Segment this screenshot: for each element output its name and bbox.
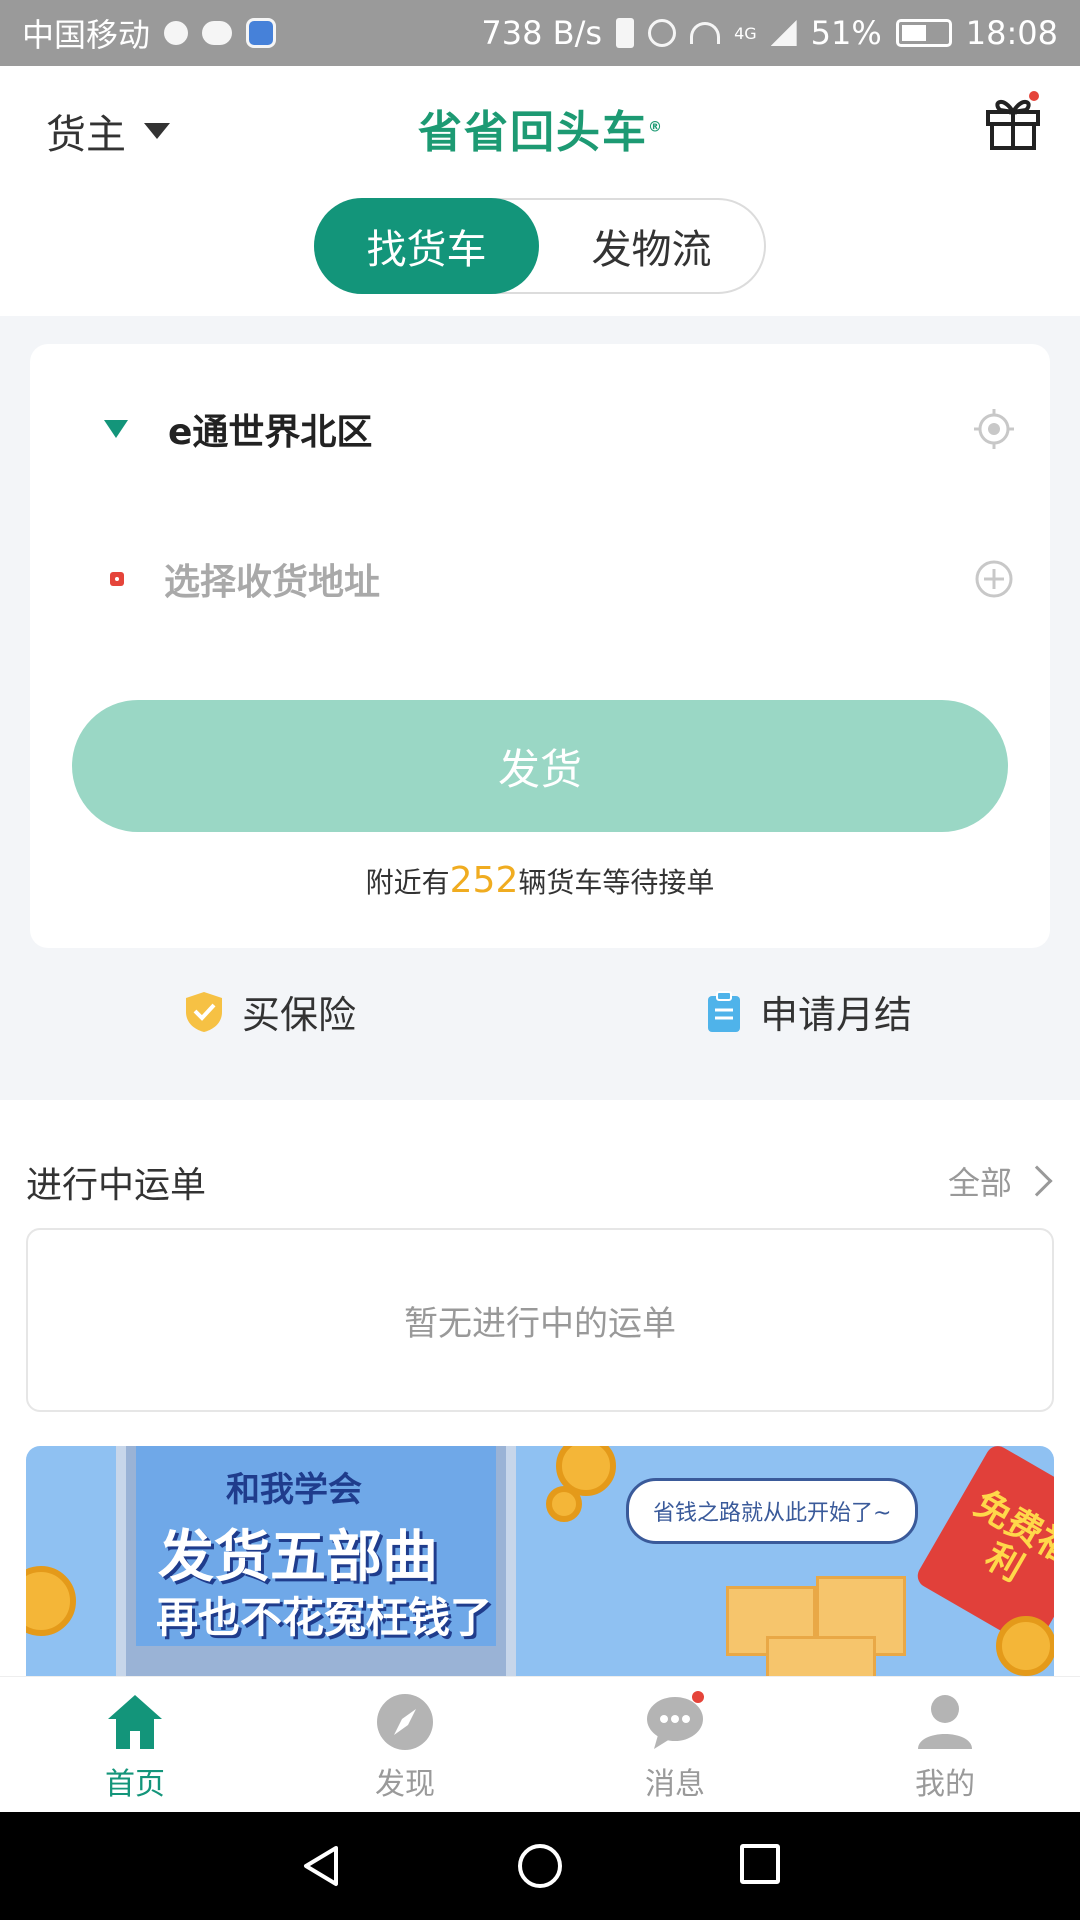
app-header: 货主 省省回头车® xyxy=(0,66,1080,186)
monthly-label: 申请月结 xyxy=(760,993,913,1037)
shipment-card: e通世界北区 选择收货地址 发货 附近有252辆货车等待接单 xyxy=(30,344,1050,948)
send-goods-button[interactable]: 发货 xyxy=(72,700,1008,832)
quick-actions: 买保险 申请月结 xyxy=(0,966,1080,1056)
monthly-settlement-button[interactable]: 申请月结 xyxy=(706,984,912,1039)
shield-icon xyxy=(246,18,277,48)
locate-icon[interactable] xyxy=(974,409,1014,449)
banner-speech-bubble: 省钱之路就从此开始了~ xyxy=(626,1478,919,1544)
network-speed: 738 B/s xyxy=(481,14,603,52)
add-address-icon[interactable] xyxy=(974,559,1014,599)
home-icon xyxy=(108,1695,162,1749)
nav-discover-label: 发现 xyxy=(375,1767,435,1802)
bottom-navigation: 首页 发现 消息 我的 xyxy=(0,1676,1080,1812)
carrier-text: 中国移动 xyxy=(22,16,151,54)
mode-toggle: 找货车 发物流 xyxy=(314,198,766,294)
orders-empty-state: 暂无进行中的运单 xyxy=(26,1228,1054,1412)
coin-icon xyxy=(546,1486,582,1522)
shield-check-icon xyxy=(186,991,222,1032)
tab-find-truck[interactable]: 找货车 xyxy=(314,198,539,294)
destination-marker-icon xyxy=(110,572,124,586)
system-navigation-bar xyxy=(0,1812,1080,1920)
user-icon xyxy=(918,1695,972,1749)
empty-orders-text: 暂无进行中的运单 xyxy=(404,1303,676,1344)
role-label: 货主 xyxy=(46,112,126,158)
gift-icon[interactable] xyxy=(984,90,1042,150)
nearby-count: 252 xyxy=(449,860,519,901)
chat-icon xyxy=(644,1691,706,1753)
vibrate-icon xyxy=(616,18,635,48)
home-button-icon[interactable] xyxy=(518,1844,562,1888)
caret-down-icon xyxy=(144,123,170,139)
mode-toggle-area: 找货车 发物流 xyxy=(0,186,1080,316)
coin-icon xyxy=(26,1566,76,1636)
chevron-right-icon xyxy=(1021,1165,1053,1197)
orders-section: 进行中运单 全部 暂无进行中的运单 和我学会 发货五部曲 再也不花冤枉钱了 省钱… xyxy=(0,1100,1080,1680)
insurance-label: 买保险 xyxy=(242,993,357,1037)
view-all-orders-link[interactable]: 全部 xyxy=(947,1158,1053,1204)
wechat-icon xyxy=(202,21,233,45)
coin-icon xyxy=(996,1616,1054,1676)
nav-messages-label: 消息 xyxy=(645,1767,705,1802)
nav-discover[interactable]: 发现 xyxy=(270,1677,540,1812)
clipboard-icon xyxy=(708,990,740,1032)
status-bar: 中国移动 738 B/s 4G 51% 18:08 xyxy=(0,0,1080,66)
nearby-trucks-text: 附近有252辆货车等待接单 xyxy=(30,860,1050,901)
wifi-icon xyxy=(690,22,721,44)
nearby-suffix: 辆货车等待接单 xyxy=(518,866,715,899)
registered-mark: ® xyxy=(648,119,664,136)
recent-apps-icon[interactable] xyxy=(740,1844,780,1884)
tab-send-logistics[interactable]: 发物流 xyxy=(539,200,764,292)
role-switcher[interactable]: 货主 xyxy=(46,102,170,160)
orders-title: 进行中运单 xyxy=(26,1165,207,1206)
box-icon xyxy=(766,1636,876,1680)
nav-messages[interactable]: 消息 xyxy=(540,1677,810,1812)
banner-line-3: 再也不花冤枉钱了 xyxy=(156,1593,493,1642)
promo-banner[interactable]: 和我学会 发货五部曲 再也不花冤枉钱了 省钱之路就从此开始了~ 免费福利 xyxy=(26,1446,1054,1680)
from-address-row[interactable]: e通世界北区 xyxy=(74,394,1014,464)
buy-insurance-button[interactable]: 买保险 xyxy=(184,984,356,1039)
unread-dot xyxy=(692,1691,704,1703)
nearby-prefix: 附近有 xyxy=(365,866,450,899)
notification-icon xyxy=(164,21,189,45)
nav-home-label: 首页 xyxy=(105,1767,165,1802)
nav-mine-label: 我的 xyxy=(915,1767,975,1802)
nav-mine[interactable]: 我的 xyxy=(810,1677,1080,1812)
battery-icon xyxy=(895,19,952,47)
clock: 18:08 xyxy=(965,14,1058,52)
signal-icon xyxy=(770,20,797,46)
origin-marker-icon xyxy=(104,420,128,438)
compass-icon xyxy=(377,1694,433,1750)
banner-line-1: 和我学会 xyxy=(226,1470,362,1510)
to-address-row[interactable]: 选择收货地址 xyxy=(74,544,1014,614)
alarm-icon xyxy=(648,19,677,47)
brand-logo: 省省回头车® xyxy=(418,96,664,160)
from-address: e通世界北区 xyxy=(168,412,373,453)
battery-percent: 51% xyxy=(810,14,882,52)
to-address-placeholder: 选择收货地址 xyxy=(164,562,381,603)
nav-home[interactable]: 首页 xyxy=(0,1677,270,1812)
brand-name: 省省回头车 xyxy=(418,107,648,158)
network-type: 4G xyxy=(734,23,757,43)
back-icon[interactable] xyxy=(300,1844,344,1888)
view-all-label: 全部 xyxy=(947,1164,1012,1202)
banner-line-2: 发货五部曲 xyxy=(158,1525,438,1590)
